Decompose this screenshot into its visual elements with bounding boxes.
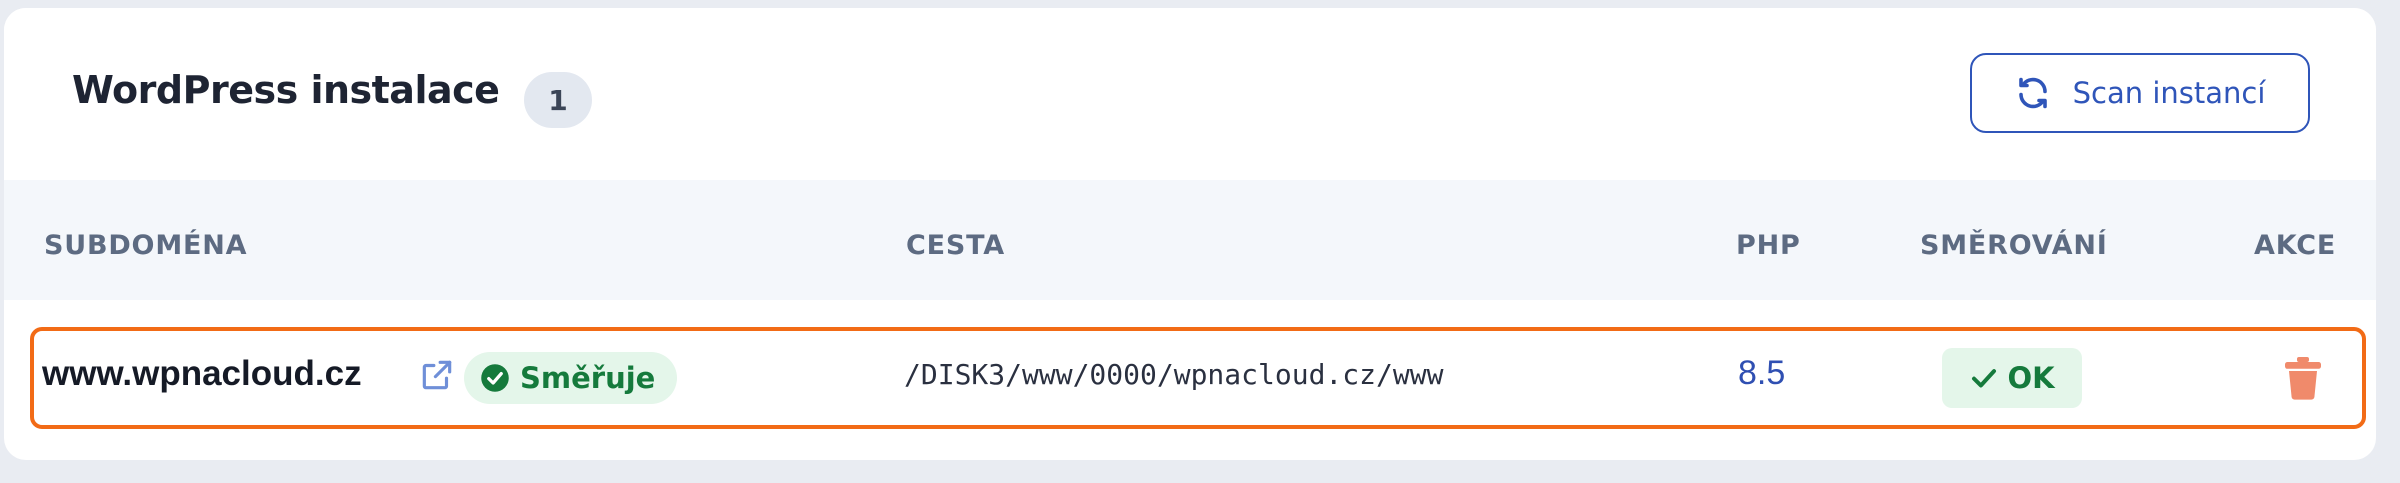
column-actions: AKCE xyxy=(2254,230,2337,261)
table-header: SUBDOMÉNA CESTA PHP SMĚROVÁNÍ AKCE xyxy=(4,180,2376,301)
trash-icon[interactable] xyxy=(2283,356,2323,400)
install-path: /DISK3/www/0000/wpnacloud.cz/www xyxy=(904,358,1444,391)
scan-button-label: Scan instancí xyxy=(2072,76,2266,110)
count-badge: 1 xyxy=(524,72,592,128)
refresh-icon xyxy=(2018,77,2047,109)
check-icon xyxy=(1972,369,1997,388)
routing-ok-label: OK xyxy=(2007,361,2055,395)
php-version: 8.5 xyxy=(1738,354,1786,392)
routing-ok-badge: OK xyxy=(1942,348,2082,408)
column-path: CESTA xyxy=(906,230,1005,261)
card-header: WordPress instalace 1 Scan instancí xyxy=(4,8,2376,180)
check-circle-icon xyxy=(481,364,509,392)
external-link-icon[interactable] xyxy=(418,356,456,394)
status-label: Směřuje xyxy=(520,361,656,395)
column-php: PHP xyxy=(1736,230,1801,261)
column-subdomain: SUBDOMÉNA xyxy=(44,230,248,261)
subdomain-name: www.wpnacloud.cz xyxy=(42,354,362,393)
scan-instances-button[interactable]: Scan instancí xyxy=(1970,53,2310,133)
card-title: WordPress instalace xyxy=(72,68,500,112)
routing-status-badge: Směřuje xyxy=(464,352,678,404)
column-routing: SMĚROVÁNÍ xyxy=(1920,230,2108,261)
